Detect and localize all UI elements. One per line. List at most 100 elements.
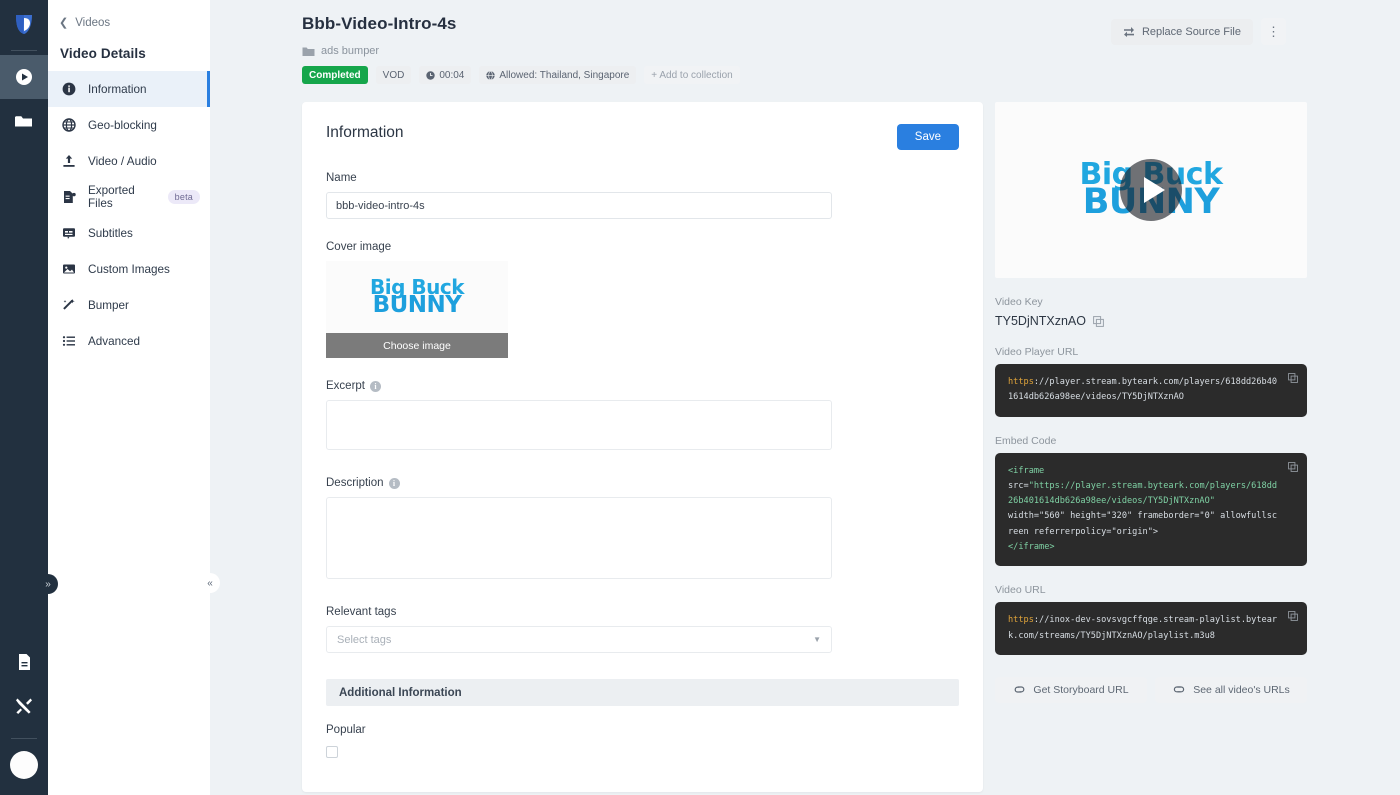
rail-item-docs[interactable]: [0, 640, 48, 684]
sidebar-item-label: Subtitles: [88, 226, 133, 240]
copy-icon[interactable]: [1288, 611, 1298, 622]
player-url-rest: ://player.stream.byteark.com/players/618…: [1008, 377, 1278, 403]
app-root: » ❮ Videos Video Details Information Geo…: [0, 0, 1400, 795]
document-icon: [17, 653, 32, 671]
cover-logo-line2: BUNNY: [372, 291, 462, 318]
wand-icon: [61, 297, 77, 313]
sidebar-item-label: Video / Audio: [88, 154, 157, 168]
chip-geo-label: Allowed: Thailand, Singapore: [499, 69, 630, 81]
information-card: Information Save Name Cover image Big Bu…: [302, 102, 983, 792]
clock-icon: [426, 70, 436, 80]
tags-select[interactable]: Select tags ▼: [326, 626, 832, 653]
additional-information-section-title: Additional Information: [326, 679, 959, 706]
rail-divider-bottom: [11, 738, 37, 739]
info-tooltip-icon[interactable]: i: [388, 477, 400, 489]
chevron-left-icon: ❮: [59, 17, 69, 29]
video-key-label: Video Key: [995, 296, 1043, 308]
video-player-preview[interactable]: Big Buck BUNNY: [995, 102, 1307, 278]
chip-duration: 00:04: [419, 66, 472, 84]
cover-image-label: Cover image: [326, 241, 392, 253]
sidebar-item-video-audio[interactable]: Video / Audio: [48, 143, 210, 179]
see-all-video-urls-button[interactable]: See all video's URLs: [1155, 676, 1307, 703]
excerpt-label: Excerpt i: [326, 380, 959, 392]
play-circle-icon: [15, 68, 33, 86]
copy-icon[interactable]: [1288, 373, 1298, 383]
globe-icon: [61, 117, 77, 133]
choose-image-button[interactable]: Choose image: [326, 333, 508, 358]
sidebar-collapse-button[interactable]: «: [200, 573, 220, 593]
file-export-icon: [61, 189, 77, 205]
copy-icon[interactable]: [1288, 461, 1298, 472]
video-key-row: TY5DjNTXznAO: [995, 314, 1307, 328]
description-field-group: Description i: [326, 477, 959, 584]
video-details-sidebar: ❮ Videos Video Details Information Geo-b…: [48, 0, 220, 795]
info-icon: [61, 81, 77, 97]
rail-item-projects[interactable]: [0, 99, 48, 143]
chevron-down-icon: ▼: [813, 635, 821, 644]
cover-image-box: Big Buck BUNNY Choose image: [326, 261, 508, 358]
play-icon[interactable]: [1120, 159, 1182, 221]
video-player-url-box[interactable]: https://player.stream.byteark.com/player…: [995, 364, 1307, 417]
video-url-box[interactable]: https://inox-dev-sovsvgcffqge.stream-pla…: [995, 602, 1307, 655]
rail-item-tools[interactable]: [0, 684, 48, 728]
video-url-scheme: https: [1008, 615, 1034, 626]
embed-src-value: "https://player.stream.byteark.com/playe…: [1008, 480, 1278, 507]
popular-label: Popular: [326, 724, 366, 736]
see-all-video-urls-label: See all video's URLs: [1193, 683, 1290, 696]
popular-checkbox[interactable]: [326, 746, 338, 758]
avatar[interactable]: [10, 751, 38, 779]
embed-close-tag: </iframe>: [1008, 542, 1055, 553]
back-to-videos-link[interactable]: ❮ Videos: [48, 0, 210, 30]
big-buck-bunny-logo: Big Buck BUNNY: [370, 277, 465, 318]
byteark-logo-icon[interactable]: [0, 0, 48, 48]
cover-image-preview: Big Buck BUNNY: [326, 261, 508, 333]
embed-code-label: Embed Code: [995, 434, 1057, 447]
rail-item-videos[interactable]: [0, 55, 48, 99]
sidebar-item-label: Information: [88, 82, 147, 96]
description-textarea[interactable]: [326, 497, 832, 579]
swap-icon: [1123, 26, 1135, 37]
replace-source-file-label: Replace Source File: [1141, 25, 1241, 38]
sidebar-item-exported-files[interactable]: Exported Files beta: [48, 179, 210, 215]
description-label: Description i: [326, 477, 959, 489]
embed-open-tag: <iframe: [1008, 465, 1045, 476]
excerpt-field-group: Excerpt i: [326, 380, 959, 455]
excerpt-textarea[interactable]: [326, 400, 832, 450]
sidebar-item-bumper[interactable]: Bumper: [48, 287, 210, 323]
rail-divider: [11, 50, 37, 51]
add-to-collection-button[interactable]: + Add to collection: [644, 66, 740, 84]
video-key-value: TY5DjNTXznAO: [995, 314, 1086, 328]
video-player-url-label: Video Player URL: [995, 346, 1079, 358]
embed-code-box[interactable]: <iframe src="https://player.stream.bytea…: [995, 452, 1307, 567]
sidebar-item-advanced[interactable]: Advanced: [48, 323, 210, 359]
information-card-title: Information: [326, 124, 404, 141]
chip-geo-allowed: Allowed: Thailand, Singapore: [479, 66, 637, 84]
more-options-button[interactable]: ⋮: [1261, 18, 1286, 45]
breadcrumb-label: ads bumper: [321, 45, 380, 57]
sidebar-item-subtitles[interactable]: Subtitles: [48, 215, 210, 251]
copy-icon[interactable]: [1093, 315, 1104, 327]
rail-bottom-group: [0, 640, 48, 795]
chip-duration-label: 00:04: [439, 69, 465, 81]
save-button[interactable]: Save: [896, 124, 959, 150]
get-storyboard-url-button[interactable]: Get Storyboard URL: [995, 676, 1147, 703]
upload-icon: [61, 153, 77, 169]
sidebar-item-label: Geo-blocking: [88, 118, 157, 132]
page-header: Bbb-Video-Intro-4s ads bumper Completed …: [210, 0, 1400, 84]
sidebar-item-label: Exported Files: [88, 184, 135, 210]
cover-image-group: Cover image Big Buck BUNNY Choose image: [326, 241, 959, 358]
get-storyboard-url-label: Get Storyboard URL: [1033, 683, 1129, 696]
breadcrumb[interactable]: ads bumper: [302, 45, 1376, 57]
info-tooltip-icon[interactable]: i: [370, 380, 381, 392]
name-input[interactable]: [326, 192, 832, 219]
sidebar-item-information[interactable]: Information: [48, 71, 210, 107]
rail-expand-button[interactable]: »: [38, 574, 58, 594]
content-columns: Information Save Name Cover image Big Bu…: [210, 84, 1400, 792]
replace-source-file-button[interactable]: Replace Source File: [1110, 18, 1253, 45]
embed-src-attr: src=: [1008, 480, 1029, 491]
sidebar-item-geo-blocking[interactable]: Geo-blocking: [48, 107, 210, 143]
video-info-panel: Big Buck BUNNY Video Key TY5DjNTXznAO Vi…: [995, 102, 1307, 703]
link-chain-icon: [1172, 684, 1186, 695]
excerpt-label-text: Excerpt: [326, 380, 365, 392]
sidebar-item-custom-images[interactable]: Custom Images: [48, 251, 210, 287]
